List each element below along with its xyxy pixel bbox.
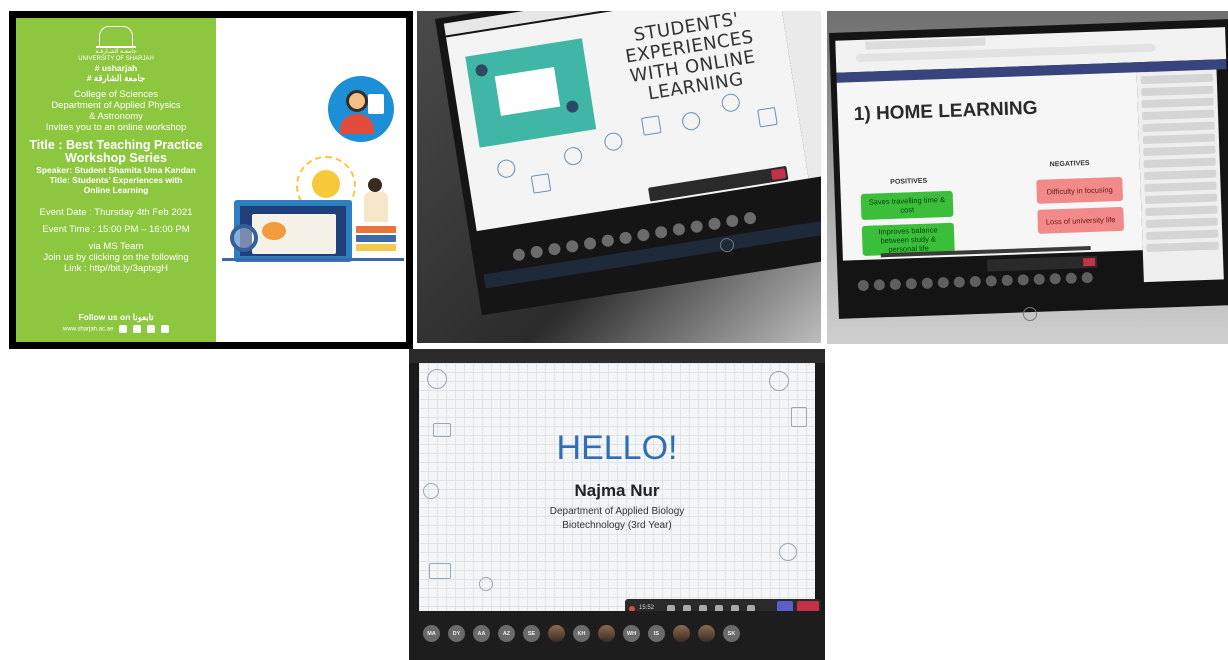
- screen-photo-students-experiences: STUDENTS' EXPERIENCES WITH ONLINE LEARNI…: [417, 11, 821, 343]
- magnet-icon: [720, 92, 742, 114]
- attendee-avatar[interactable]: SE: [523, 625, 540, 642]
- attendee-photo[interactable]: [548, 625, 565, 642]
- screen-photo-home-learning: 1) HOME LEARNING POSITIVES NEGATIVES Sav…: [827, 11, 1228, 344]
- speaker-text: Speaker: Student Shamita Uma Kandan: [36, 165, 196, 175]
- monitor-frame: STUDENTS' EXPERIENCES WITH ONLINE LEARNI…: [435, 11, 821, 316]
- twitter-icon[interactable]: [133, 325, 142, 334]
- learner-body: [340, 114, 374, 134]
- attendee-avatar[interactable]: AA: [473, 625, 490, 642]
- flask-icon: [562, 145, 584, 167]
- online-class-illustration: [465, 38, 597, 148]
- workshop-title-2: Workshop Series: [65, 151, 167, 165]
- book-stack-illustration: [356, 226, 396, 256]
- attendee-photo[interactable]: [598, 625, 615, 642]
- reader-body: [364, 192, 388, 222]
- open-book-illustration: [252, 214, 336, 254]
- attendee-photo[interactable]: [673, 625, 690, 642]
- meeting-controls[interactable]: [648, 165, 789, 202]
- youtube-icon[interactable]: [161, 325, 170, 334]
- positive-item: Saves travelling time & cost: [860, 190, 954, 220]
- college-name: College of Sciences: [74, 89, 158, 100]
- talk-title-2: Online Learning: [83, 185, 149, 195]
- flask-doodle: [791, 407, 807, 427]
- negative-item: Loss of university life: [1037, 206, 1125, 234]
- attendee-strip: [857, 270, 1158, 294]
- poster-footer: Follow us on تابعونا www.sharjah.ac.ae: [16, 312, 216, 334]
- negatives-header: NEGATIVES: [1049, 159, 1090, 169]
- atom-icon: [495, 158, 517, 179]
- screen-photo-hello-slide: HELLO! Najma Nur Department of Applied B…: [409, 349, 825, 660]
- hp-logo-icon: [1023, 307, 1037, 321]
- university-name: UNIVERSITY OF SHARJAH: [78, 56, 154, 62]
- poster-panel: جامعـة الشـارقـة UNIVERSITY OF SHARJAH #…: [9, 11, 413, 349]
- join-text: Join us by clicking on the following: [43, 252, 189, 263]
- positives-header: POSITIVES: [890, 177, 928, 186]
- presenter-program: Biotechnology (3rd Year): [562, 520, 672, 531]
- department-name: Department of Applied Physics: [51, 100, 181, 111]
- gear-doodle: [779, 543, 797, 561]
- hashtag-ar: # جامعة الشارقة: [86, 73, 146, 83]
- attendee-avatars: MA DY AA AZ SE KH WH IS SK: [423, 625, 740, 642]
- attendee-avatar[interactable]: DY: [448, 625, 465, 642]
- attendee-avatar[interactable]: MA: [423, 625, 440, 642]
- event-time: Event Time : 15:00 PM – 16:00 PM: [42, 224, 190, 235]
- attendee-avatar[interactable]: IS: [648, 625, 665, 642]
- brain-icon: [680, 110, 702, 132]
- browser-tab[interactable]: [865, 37, 986, 50]
- attendee-avatar[interactable]: WH: [623, 625, 640, 642]
- hang-up-button[interactable]: [1083, 257, 1096, 267]
- negative-item: Difficulty in focusing: [1036, 176, 1124, 204]
- presentation-slide: STUDENTS' EXPERIENCES WITH ONLINE LEARNI…: [446, 11, 809, 232]
- follow-text: Follow us on تابعونا: [78, 312, 154, 323]
- attendee-photo[interactable]: [698, 625, 715, 642]
- calculator-icon: [530, 173, 552, 194]
- presenter-department: Department of Applied Biology: [549, 506, 685, 517]
- magnifier-icon: [230, 224, 258, 252]
- greeting-title: HELLO!: [556, 429, 678, 467]
- instagram-icon[interactable]: [119, 325, 128, 334]
- participants-panel: [1136, 69, 1224, 283]
- bulb-doodle: [479, 577, 493, 591]
- online-learner-icon: [328, 76, 394, 142]
- attendee-avatar[interactable]: AZ: [498, 625, 515, 642]
- facebook-icon[interactable]: [147, 325, 156, 334]
- event-date: Event Date : Thursday 4th Feb 2021: [39, 207, 193, 218]
- social-icons: [119, 325, 170, 334]
- presenter-name: Najma Nur: [574, 481, 660, 500]
- logo-base: [96, 46, 136, 48]
- presentation-slide: HELLO! Najma Nur Department of Applied B…: [419, 363, 821, 619]
- university-arabic-name: جامعـة الشـارقـة: [95, 49, 137, 55]
- globe-doodle: [427, 369, 447, 389]
- website-link[interactable]: www.sharjah.ac.ae: [63, 327, 113, 333]
- presentation-slide: 1) HOME LEARNING POSITIVES NEGATIVES Sav…: [836, 72, 1143, 261]
- invite-text: Invites you to an online workshop: [45, 122, 187, 133]
- slide-title: STUDENTS' EXPERIENCES WITH ONLINE LEARNI…: [623, 11, 757, 105]
- attendee-avatar[interactable]: KH: [573, 625, 590, 642]
- planet-doodle: [769, 371, 789, 391]
- monitor-frame: 1) HOME LEARNING POSITIVES NEGATIVES Sav…: [829, 18, 1228, 319]
- department-name-2: & Astronomy: [89, 111, 143, 122]
- attendee-avatar[interactable]: SK: [723, 625, 740, 642]
- recording-bar: [409, 349, 825, 363]
- slide-title: 1) HOME LEARNING: [853, 97, 1038, 126]
- reader-head: [368, 178, 382, 192]
- hang-up-button[interactable]: [770, 168, 787, 181]
- note-icon: [368, 94, 384, 114]
- workshop-poster: جامعـة الشـارقـة UNIVERSITY OF SHARJAH #…: [16, 18, 406, 342]
- chart-icon: [757, 106, 778, 128]
- laptop-doodle: [429, 563, 451, 579]
- illustration-ground: [222, 258, 404, 261]
- talk-title-1: Title: Students' Experiences with: [49, 175, 183, 185]
- hashtag-en: # usharjah: [94, 63, 138, 73]
- join-link[interactable]: Link : http//bit.ly/3aptxgH: [16, 263, 216, 274]
- meeting-controls[interactable]: [987, 255, 1098, 272]
- learner-head: [346, 90, 368, 112]
- globe-icon: [603, 131, 624, 152]
- university-logo: [99, 26, 133, 46]
- platform-text: via MS Team: [88, 241, 144, 252]
- book-icon: [641, 115, 662, 136]
- lightbulb-icon: [312, 170, 340, 198]
- poster-info-column: جامعـة الشـارقـة UNIVERSITY OF SHARJAH #…: [16, 18, 216, 342]
